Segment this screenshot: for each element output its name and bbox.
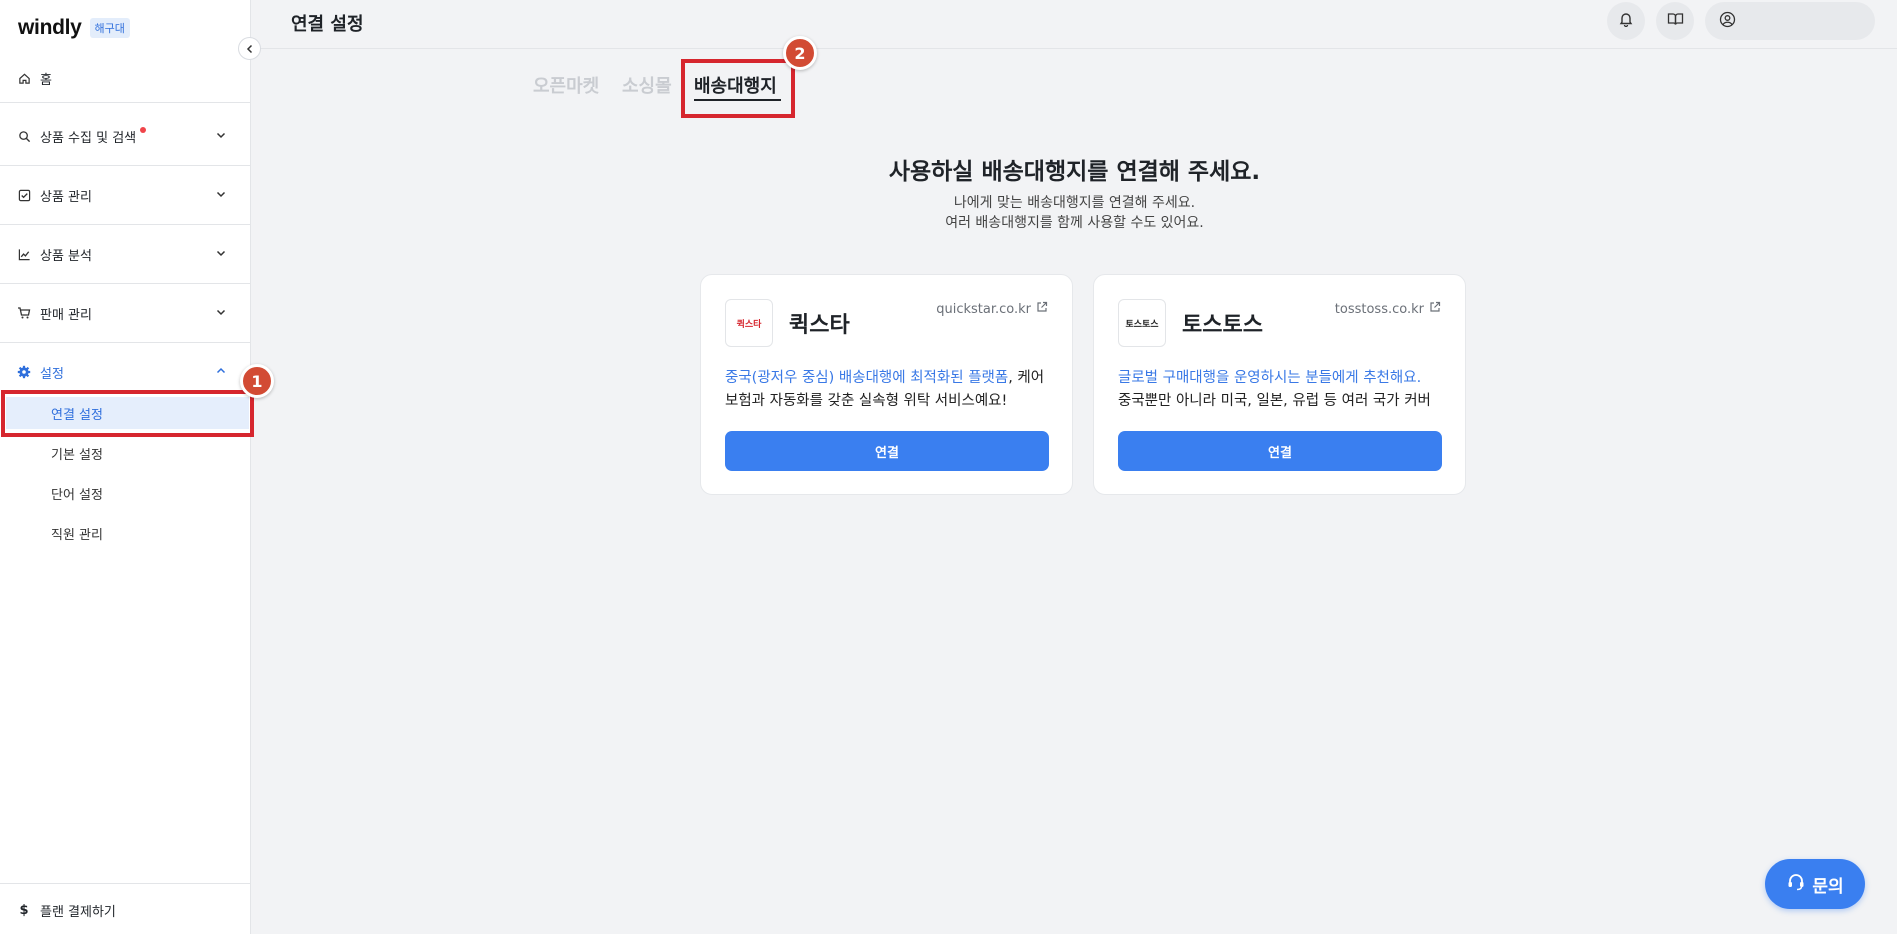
sidebar-item-settings[interactable]: 설정	[0, 358, 251, 386]
brand-logo[interactable]: windly	[18, 16, 82, 40]
sidebar-item-label: 홈	[40, 72, 52, 88]
home-icon	[17, 71, 31, 85]
card-description-rest: 중국뿐만 아니라 미국, 일본, 유럽 등 여러 국가 커버	[1118, 393, 1431, 409]
plan-payment-link[interactable]: $ 플랜 결제하기	[0, 896, 251, 924]
chevron-down-icon	[215, 306, 227, 322]
brand[interactable]: windly 해구대	[18, 16, 130, 40]
guide-button[interactable]	[1656, 2, 1694, 40]
sidebar-subitem-label: 단어 설정	[51, 487, 103, 503]
inquiry-button[interactable]: 문의	[1765, 859, 1865, 909]
annotation-step-badge-2: 2	[783, 36, 817, 70]
card-name: 토스토스	[1182, 313, 1263, 338]
card-description: 중국(광저우 중심) 배송대행에 최적화된 플랫폼, 케어보험과 자동화를 갖춘…	[725, 367, 1051, 413]
user-circle-icon	[1719, 11, 1736, 32]
annotation-box-2	[681, 59, 795, 118]
topbar: 연결 설정	[252, 0, 1897, 49]
external-link-icon	[1036, 301, 1048, 317]
sidebar: windly 해구대 홈 상품 수집 및 검색 상품 관리 상품 분석 판매 관…	[0, 0, 251, 934]
divider	[0, 342, 251, 343]
chevron-down-icon	[215, 247, 227, 263]
sidebar-item-label: 상품 수집 및 검색	[40, 130, 137, 146]
dollar-icon: $	[19, 902, 29, 918]
annotation-step-badge-1: 1	[240, 364, 274, 398]
headset-icon	[1786, 872, 1806, 897]
sidebar-item-sales-management[interactable]: 판매 관리	[0, 299, 251, 327]
search-icon	[17, 129, 31, 143]
inquiry-label: 문의	[1812, 876, 1844, 897]
sidebar-subitem-label: 기본 설정	[51, 447, 103, 463]
sidebar-subitem-label: 직원 관리	[51, 527, 103, 543]
quickstar-logo: 퀵스타	[725, 299, 773, 347]
tosstoss-url-link[interactable]: tosstoss.co.kr	[1335, 301, 1441, 317]
shipping-agent-card-tosstoss: 토스토스 토스토스 tosstoss.co.kr 글로벌 구매대행을 운영하시는…	[1093, 274, 1466, 495]
chevron-left-icon	[245, 39, 255, 58]
connect-tosstoss-button[interactable]: 연결	[1118, 431, 1442, 471]
card-url-text: quickstar.co.kr	[936, 301, 1031, 317]
chevron-up-icon	[215, 365, 227, 381]
card-name: 퀵스타	[789, 313, 850, 338]
sidebar-item-product-search[interactable]: 상품 수집 및 검색	[0, 122, 251, 150]
main-subheading: 나에게 맞는 배송대행지를 연결해 주세요.	[953, 195, 1196, 211]
chart-icon	[17, 247, 31, 261]
card-description-highlight: 글로벌 구매대행을 운영하시는 분들에게 추천해요.	[1118, 370, 1422, 386]
main-heading: 사용하실 배송대행지를 연결해 주세요.	[888, 159, 1261, 185]
sidebar-subitem-basic-settings[interactable]: 기본 설정	[6, 437, 249, 469]
card-description: 글로벌 구매대행을 운영하시는 분들에게 추천해요. 중국뿐만 아니라 미국, 일…	[1118, 367, 1444, 413]
divider	[0, 883, 251, 884]
card-url-text: tosstoss.co.kr	[1334, 301, 1424, 317]
quickstar-logo-text: 퀵스타	[736, 319, 762, 330]
sidebar-item-product-analysis[interactable]: 상품 분석	[0, 240, 251, 268]
bell-icon	[1618, 11, 1634, 31]
tab-label: 오픈마켓	[533, 76, 600, 97]
tosstoss-logo: 토스토스	[1118, 299, 1166, 347]
notifications-button[interactable]	[1607, 2, 1645, 40]
main-subheading-2: 여러 배송대행지를 함께 사용할 수도 있어요.	[945, 215, 1204, 231]
gear-icon	[17, 365, 31, 379]
sidebar-item-label: 판매 관리	[40, 307, 92, 323]
chevron-down-icon	[215, 129, 227, 145]
sidebar-subitem-word-settings[interactable]: 단어 설정	[6, 477, 249, 509]
divider	[0, 283, 251, 284]
brand-badge: 해구대	[89, 18, 130, 38]
user-menu-button[interactable]	[1705, 2, 1875, 40]
tab-sourcing-mall[interactable]: 소싱몰	[622, 72, 672, 98]
collapse-sidebar-button[interactable]	[238, 37, 261, 60]
sidebar-item-label: 설정	[40, 366, 64, 382]
page-title: 연결 설정	[291, 14, 364, 35]
card-description-highlight: 중국(광저우 중심) 배송대행에 최적화된 플랫폼	[725, 370, 1009, 386]
external-link-icon	[1429, 301, 1441, 317]
cart-icon	[17, 306, 31, 320]
sidebar-item-home[interactable]: 홈	[0, 64, 251, 92]
tab-open-market[interactable]: 오픈마켓	[533, 72, 599, 98]
plan-payment-label: 플랜 결제하기	[40, 904, 116, 920]
tosstoss-logo-text: 토스토스	[1125, 319, 1159, 330]
connect-quickstar-button[interactable]: 연결	[725, 431, 1049, 471]
tab-label: 소싱몰	[622, 76, 672, 97]
quickstar-url-link[interactable]: quickstar.co.kr	[936, 301, 1048, 317]
divider	[0, 102, 251, 103]
sidebar-subitem-staff-management[interactable]: 직원 관리	[6, 517, 249, 549]
annotation-box-1	[1, 390, 254, 437]
book-icon	[1667, 11, 1684, 31]
sidebar-item-label: 상품 분석	[40, 248, 92, 264]
shipping-agent-card-quickstar: 퀵스타 퀵스타 quickstar.co.kr 중국(광저우 중심) 배송대행에…	[700, 274, 1073, 495]
notification-dot	[140, 127, 147, 133]
